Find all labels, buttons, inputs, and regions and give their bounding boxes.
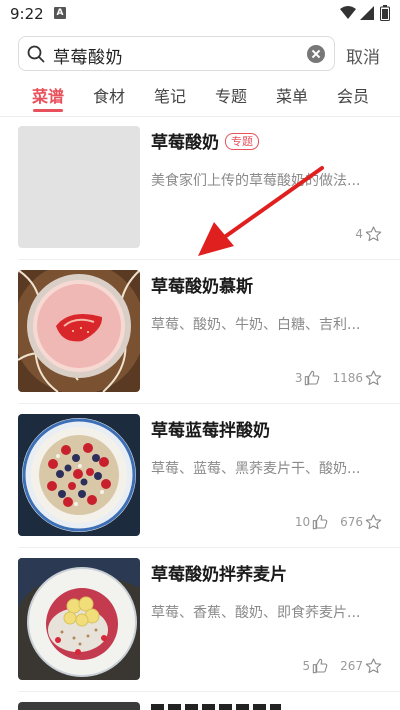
favorite-count[interactable]: 1186	[332, 370, 382, 386]
recipe-item[interactable]: 草莓蓝莓拌酸奶 草莓、蓝莓、黑荞麦片干、酸奶... 10 676	[0, 414, 400, 557]
divider	[0, 116, 400, 117]
recipe-description: 草莓、香蕉、酸奶、即食荞麦片...	[151, 605, 361, 621]
favorite-count[interactable]: 676	[340, 514, 382, 530]
recipe-item-partial[interactable]	[18, 702, 140, 710]
tab-notes[interactable]: 笔记	[154, 83, 186, 107]
recipe-stats: 10 676	[283, 514, 382, 530]
recipe-item[interactable]: 草莓酸奶拌荞麦片 草莓、香蕉、酸奶、即食荞麦片... 5 267	[0, 558, 400, 701]
tab-topics[interactable]: 专题	[215, 83, 247, 107]
like-count[interactable]: 5	[302, 658, 328, 674]
recipe-thumbnail	[18, 126, 140, 248]
recipe-thumbnail	[18, 414, 140, 536]
recipe-description: 美食家们上传的草莓酸奶的做法...	[151, 173, 361, 189]
active-tab-indicator	[33, 109, 63, 112]
search-icon	[27, 45, 45, 63]
search-query[interactable]: 草莓酸奶	[53, 43, 123, 68]
notification-icon: A	[54, 7, 66, 19]
signal-icon	[360, 6, 374, 20]
recipe-thumbnail	[18, 558, 140, 680]
thumbs-up-icon	[312, 514, 328, 530]
recipe-title: 草莓酸奶拌荞麦片	[151, 565, 287, 585]
tab-members[interactable]: 会员	[337, 83, 369, 107]
divider	[18, 691, 400, 692]
tab-recipes[interactable]: 菜谱	[32, 83, 64, 107]
recipe-stats: 4	[343, 226, 382, 242]
recipe-stats: 5 267	[290, 658, 382, 674]
divider	[18, 259, 400, 260]
recipe-stats: 3 1186	[283, 370, 382, 386]
recipe-thumbnail	[18, 270, 140, 392]
recipe-description: 草莓、酸奶、牛奶、白糖、吉利...	[151, 317, 361, 333]
clear-icon[interactable]	[307, 45, 325, 63]
divider	[18, 547, 400, 548]
category-tabs: 菜谱 食材 笔记 专题 菜单 会员	[0, 80, 400, 114]
cancel-button[interactable]: 取消	[346, 43, 380, 68]
recipe-title-partial	[151, 702, 301, 710]
thumbs-up-icon	[305, 370, 320, 386]
recipe-description: 草莓、蓝莓、黑荞麦片干、酸奶...	[151, 461, 361, 477]
battery-icon	[380, 5, 390, 21]
thumbs-up-icon	[312, 658, 328, 674]
favorite-count[interactable]: 4	[355, 226, 382, 242]
recipe-item[interactable]: 草莓酸奶慕斯 草莓、酸奶、牛奶、白糖、吉利... 3 1186	[0, 270, 400, 413]
favorite-count[interactable]: 267	[340, 658, 382, 674]
star-icon	[365, 370, 382, 386]
recipe-title: 草莓酸奶慕斯	[151, 277, 253, 297]
tab-menus[interactable]: 菜单	[276, 83, 308, 107]
like-count[interactable]: 3	[295, 370, 321, 386]
star-icon	[365, 514, 382, 530]
search-input[interactable]: 草莓酸奶	[18, 36, 335, 71]
star-icon	[365, 658, 382, 674]
topic-badge: 专题	[225, 133, 259, 150]
recipe-title: 草莓蓝莓拌酸奶	[151, 421, 270, 441]
star-icon	[365, 226, 382, 242]
recipe-item[interactable]: 草莓酸奶 专题 美食家们上传的草莓酸奶的做法... 4	[0, 126, 400, 269]
like-count[interactable]: 10	[295, 514, 328, 530]
tab-ingredients[interactable]: 食材	[93, 83, 125, 107]
status-time: 9:22	[10, 5, 44, 23]
recipe-title: 草莓酸奶 专题	[151, 128, 259, 153]
wifi-icon	[340, 6, 356, 19]
status-bar: 9:22 A	[0, 0, 400, 28]
divider	[18, 403, 400, 404]
